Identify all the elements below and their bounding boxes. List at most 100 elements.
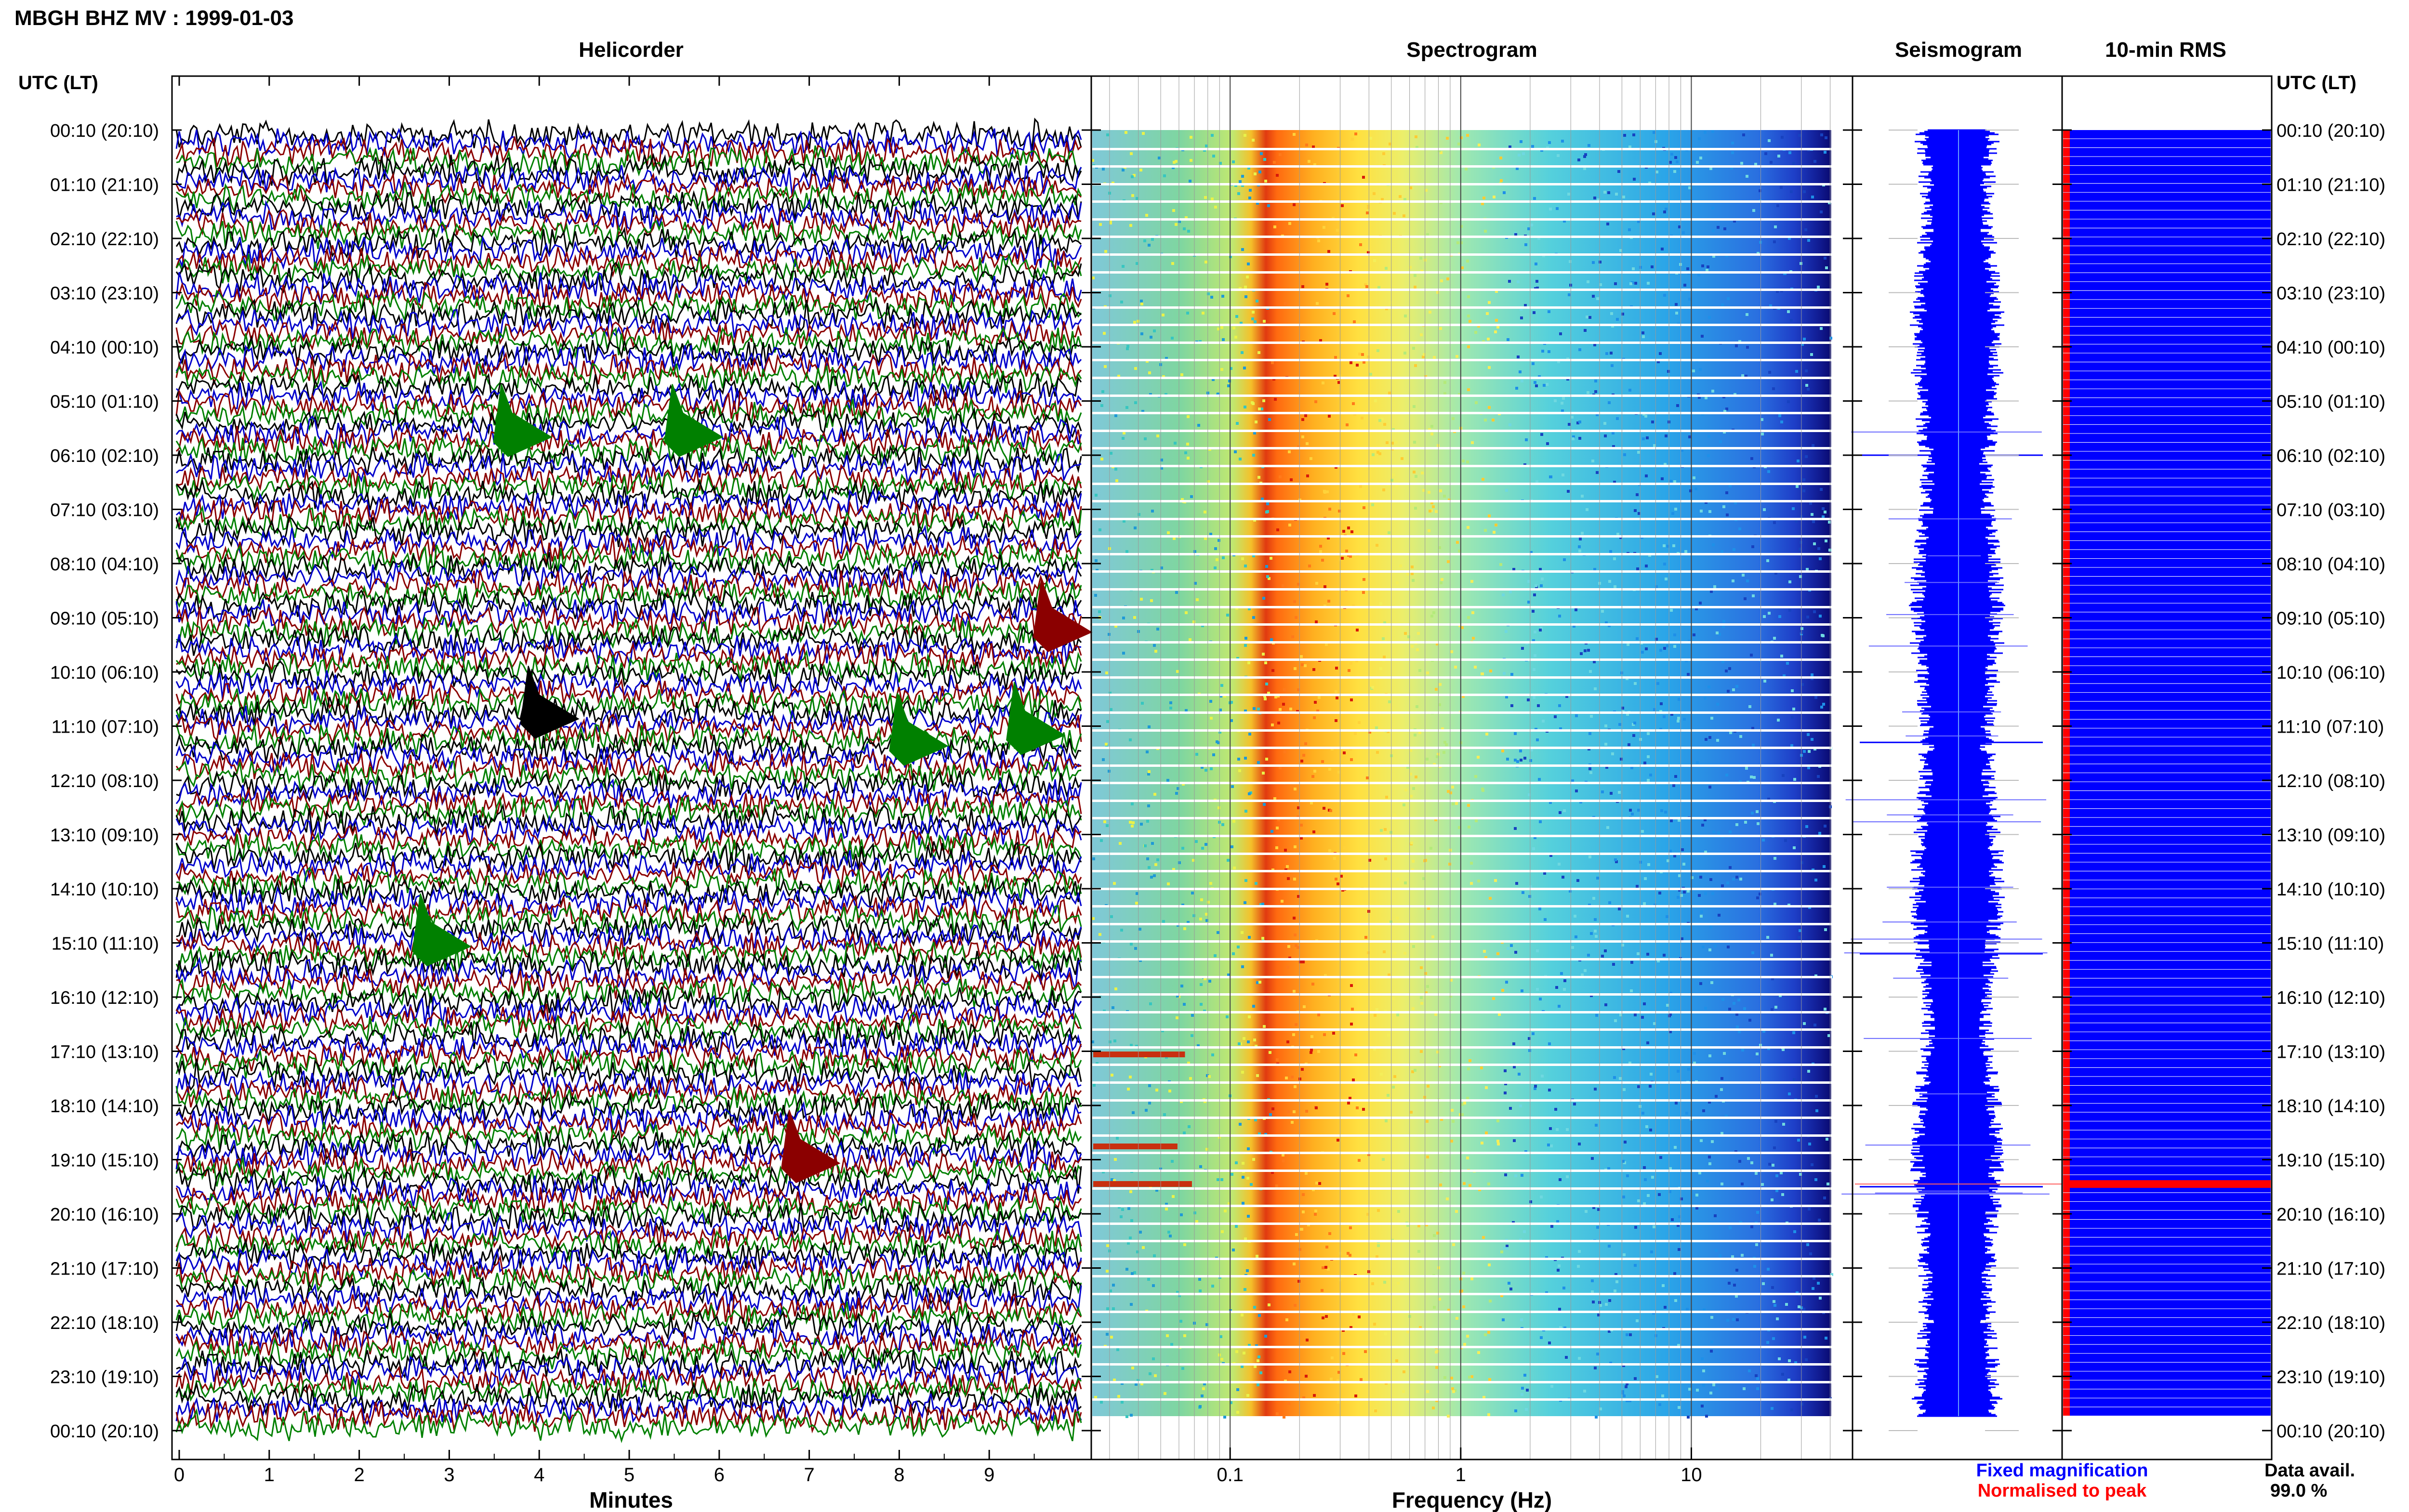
spectrogram-speckle	[1755, 1374, 1758, 1377]
spectrogram-speckle	[1633, 722, 1636, 724]
spectrogram-speckle	[1482, 197, 1485, 199]
spectrogram-speckle	[1127, 1088, 1130, 1091]
spectrogram-speckle	[1426, 758, 1429, 761]
spectrogram-speckle	[1369, 373, 1372, 376]
spectrogram-speckle	[1702, 946, 1705, 948]
rms-bar	[2063, 237, 2271, 246]
spectrogram-speckle	[1608, 401, 1611, 404]
spectrogram-speckle	[1535, 584, 1537, 587]
rms-bar	[2063, 1389, 2271, 1398]
spectrogram-speckle	[1618, 907, 1621, 910]
spectrogram-speckle	[1173, 161, 1176, 164]
spectrogram-speckle	[1374, 1409, 1377, 1412]
rms-normalised-mark	[2063, 648, 2070, 657]
spectrogram-speckle	[1793, 778, 1796, 781]
spectrogram-speckle	[1612, 963, 1615, 966]
spectrogram-speckle	[1644, 877, 1647, 880]
spectrogram-speckle	[1596, 1226, 1599, 1229]
right-hour-label: 00:10 (20:10)	[2277, 1421, 2385, 1442]
spectrogram-speckle	[1310, 1035, 1313, 1038]
spectrogram-speckle	[1252, 1005, 1255, 1008]
spectrogram-gap	[1091, 412, 1832, 414]
spectrogram-speckle	[1171, 337, 1174, 340]
spectrogram-speckle	[1386, 441, 1389, 444]
spectrogram-speckle	[1557, 154, 1560, 157]
spectrogram-speckle	[1260, 152, 1263, 155]
spectrogram-speckle	[1508, 280, 1511, 283]
spectrogram-speckle	[1452, 417, 1455, 420]
spectrogram-speckle	[1699, 876, 1702, 879]
spectrogram-speckle	[1717, 226, 1720, 229]
rms-bar	[2063, 916, 2271, 925]
spectrogram-speckle	[1287, 945, 1290, 948]
spectrogram-speckle	[1814, 879, 1817, 881]
left-hour-label: 08:10 (04:10)	[50, 554, 159, 575]
spectrogram-speckle	[1755, 1243, 1758, 1246]
spectrogram-speckle	[1518, 154, 1521, 157]
spectrogram-speckle	[1485, 1086, 1488, 1089]
spectrogram-speckle	[1167, 882, 1170, 885]
spectrogram-speckle	[1622, 1196, 1625, 1198]
spectrogram-speckle	[1591, 460, 1594, 462]
spectrogram-speckle	[1523, 757, 1526, 760]
right-hour-label: 19:10 (15:10)	[2277, 1151, 2385, 1171]
spectrogram-speckle	[1467, 616, 1470, 619]
spectrogram-speckle	[1718, 914, 1721, 917]
spectrogram-speckle	[1540, 1336, 1543, 1339]
spectrogram-gap	[1091, 324, 1832, 326]
spectrogram-speckle	[1237, 946, 1240, 948]
spectrogram-speckle	[1432, 1407, 1435, 1409]
spectrogram-speckle	[1626, 1174, 1629, 1177]
rms-normalised-mark	[2063, 1354, 2070, 1362]
spectrogram-speckle	[1274, 398, 1277, 401]
spectrogram-speckle	[1132, 821, 1135, 824]
spectrogram-speckle	[1475, 819, 1478, 822]
spectrogram-speckle	[1821, 634, 1824, 637]
spectrogram-speckle	[1578, 437, 1581, 440]
spectrogram-speckle	[1595, 1014, 1598, 1017]
spectrogram-speckle	[1100, 458, 1103, 460]
spectrogram-speckle	[1294, 933, 1297, 936]
spectrogram-speckle	[1110, 915, 1113, 918]
spectrogram-speckle	[1825, 266, 1828, 269]
spectrogram-speckle	[1217, 931, 1219, 934]
spectrogram-speckle	[1617, 170, 1620, 173]
spectrogram-speckle	[1284, 750, 1286, 753]
spectrogram-speckle	[1477, 1351, 1480, 1354]
spectrogram-speckle	[1127, 1207, 1130, 1210]
spectrogram-speckle	[1820, 327, 1823, 330]
spectrogram-speckle	[1150, 336, 1152, 339]
spectrogram-speckle	[1727, 297, 1730, 300]
rms-normalised-mark	[2063, 1380, 2070, 1389]
spectrogram-speckle	[1519, 1104, 1522, 1107]
rms-bar	[2063, 746, 2271, 755]
rms-bar	[2063, 166, 2271, 174]
spectrogram-speckle	[1392, 997, 1395, 1000]
spectrogram-speckle	[1735, 344, 1738, 347]
spectrogram-speckle	[1467, 388, 1470, 391]
rms-bar	[2063, 192, 2271, 201]
spectrogram-speckle	[1726, 881, 1729, 884]
spectrogram-speckle	[1330, 1378, 1333, 1381]
spectrogram-speckle	[1211, 1285, 1214, 1288]
spectrogram-speckle	[1463, 1182, 1466, 1185]
spectrogram-speckle	[1677, 717, 1680, 720]
spectrogram-speckle	[1492, 419, 1495, 421]
spectrogram-speckle	[1451, 786, 1454, 789]
spectrogram-speckle	[1456, 355, 1458, 358]
spectrogram-speckle	[1521, 1174, 1523, 1177]
spectrogram-speckle	[1125, 550, 1128, 553]
spectrogram-speckle	[1735, 823, 1738, 826]
spectrogram-speckle	[1759, 241, 1762, 244]
spectrogram-speckle	[1810, 353, 1813, 356]
spectrogram-speckle	[1463, 1343, 1466, 1346]
spectrogram-speckle	[1301, 1068, 1304, 1071]
spectrogram-speckle	[1375, 726, 1378, 729]
spectrogram-speckle	[1743, 1007, 1746, 1010]
spectrogram-speckle	[1371, 1282, 1374, 1285]
rms-normalised-mark	[2063, 755, 2070, 764]
spectrogram-speckle	[1214, 206, 1217, 209]
rms-normalised-mark	[2063, 1202, 2070, 1210]
spectrogram-speckle	[1342, 1352, 1345, 1355]
spectrogram-speckle	[1714, 945, 1717, 947]
